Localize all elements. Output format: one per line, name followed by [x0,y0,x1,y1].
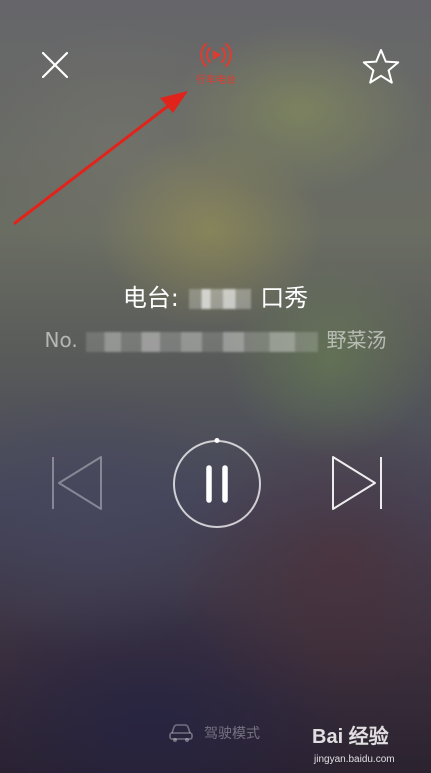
star-icon [362,49,400,84]
car-icon [169,724,193,742]
pixelated-redaction [188,289,251,309]
track-prefix: No. [44,328,78,352]
blurred-album-background [0,0,431,773]
station-prefix: 电台: [122,284,179,312]
pause-button[interactable] [170,436,264,530]
favorite-button[interactable] [360,46,402,88]
drive-mode-button[interactable]: 驾驶模式 [168,722,260,744]
station-suffix: 口秀 [260,284,309,312]
next-button[interactable] [328,452,386,514]
pause-icon [173,438,261,528]
close-button[interactable] [36,46,74,84]
station-title: 电台: 口秀 [0,278,431,313]
previous-button[interactable] [48,452,106,514]
close-icon [41,51,69,79]
pixelated-redaction [86,331,319,352]
radio-play-icon [200,43,232,67]
watermark-brand: Bai 经验 [312,726,389,748]
baidu-watermark: Bai 经验 jingyan.baidu.com [308,720,428,770]
track-suffix: 野菜汤 [326,328,387,352]
watermark-url: jingyan.baidu.com [314,754,395,765]
drive-radio-button[interactable]: 行车电台 [188,40,244,92]
track-title: No. 野菜汤 [0,324,431,353]
drive-mode-label: 驾驶模式 [204,726,260,742]
next-icon [332,456,382,510]
drive-radio-label: 行车电台 [196,75,236,86]
previous-icon [52,456,102,510]
